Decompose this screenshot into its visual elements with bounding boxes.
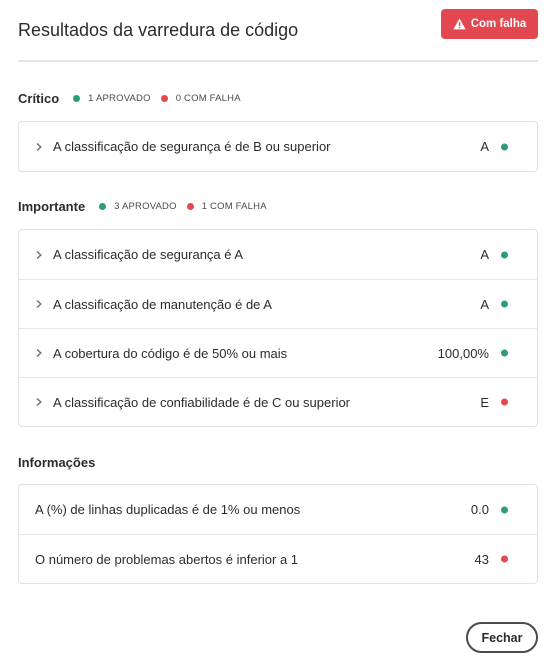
close-button[interactable]: Fechar: [466, 622, 538, 653]
rule-value: A: [480, 296, 489, 312]
fail-dot: [501, 555, 508, 563]
rule-value: 100,00%: [437, 345, 489, 361]
rule-value: A: [480, 139, 489, 154]
rule-value: 43: [474, 551, 489, 567]
chevron-right-icon[interactable]: [34, 397, 44, 407]
pass-dot: [73, 95, 81, 102]
rule-label: A classificação de segurança é A: [53, 247, 244, 262]
dialog-title: Resultados da varredura de código: [18, 20, 299, 40]
section-title: Crítico: [18, 91, 60, 106]
rule-value: A: [480, 247, 489, 262]
pass-dot: [501, 300, 508, 308]
pass-dot: [501, 143, 508, 150]
rule-value: 0.0: [470, 502, 489, 517]
passed-count: 3 APROVADO: [99, 201, 177, 212]
passed-count: 1 APROVADO: [73, 93, 151, 104]
rule-value: E: [480, 394, 489, 410]
result-row[interactable]: A cobertura do código é de 50% ou mais 1…: [19, 328, 537, 377]
chevron-right-icon[interactable]: [34, 299, 44, 309]
section-info-header: Informações: [18, 455, 109, 470]
pass-dot: [501, 349, 508, 357]
chevron-right-icon[interactable]: [34, 348, 44, 358]
rule-label: A classificação de manutenção é de A: [53, 296, 272, 312]
status-badge: Com falha: [441, 9, 538, 39]
failed-count: 1 COM FALHA: [186, 201, 267, 212]
section-title: Importante: [18, 199, 86, 214]
pass-dot: [501, 251, 508, 258]
chevron-right-icon[interactable]: [34, 250, 44, 260]
info-row: O número de problemas abertos é inferior…: [19, 534, 537, 583]
pass-dot: [99, 203, 107, 210]
section-critical-list: A classificação de segurança é de B ou s…: [18, 121, 538, 172]
section-title: Informações: [18, 455, 96, 470]
result-row[interactable]: A classificação de segurança é de B ou s…: [19, 122, 537, 171]
section-important-header: Importante 3 APROVADO 1 COM FALHA: [18, 199, 267, 214]
status-badge-label: Com falha: [470, 18, 527, 30]
rule-label: A classificação de confiabilidade é de C…: [53, 394, 351, 410]
failed-count: 0 COM FALHA: [160, 93, 241, 104]
section-info-list: A (%) de linhas duplicadas é de 1% ou me…: [18, 484, 538, 584]
fail-dot: [501, 398, 508, 406]
dialog-header: Resultados da varredura de código Com fa…: [18, 0, 538, 62]
warning-icon: [453, 18, 466, 30]
rule-label: A classificação de segurança é de B ou s…: [53, 139, 331, 154]
pass-dot: [501, 506, 508, 513]
rule-label: O número de problemas abertos é inferior…: [35, 551, 299, 567]
chevron-right-icon[interactable]: [34, 142, 44, 152]
fail-dot: [186, 203, 194, 210]
rule-label: A (%) de linhas duplicadas é de 1% ou me…: [35, 502, 301, 517]
fail-dot: [160, 95, 168, 102]
result-row[interactable]: A classificação de confiabilidade é de C…: [19, 377, 537, 426]
result-row[interactable]: A classificação de segurança é A A: [19, 230, 537, 279]
result-row[interactable]: A classificação de manutenção é de A A: [19, 279, 537, 328]
section-critical-header: Crítico 1 APROVADO 0 COM FALHA: [18, 91, 241, 106]
section-important-list: A classificação de segurança é A A A cla…: [18, 229, 538, 427]
rule-label: A cobertura do código é de 50% ou mais: [53, 345, 288, 361]
info-row: A (%) de linhas duplicadas é de 1% ou me…: [19, 485, 537, 534]
